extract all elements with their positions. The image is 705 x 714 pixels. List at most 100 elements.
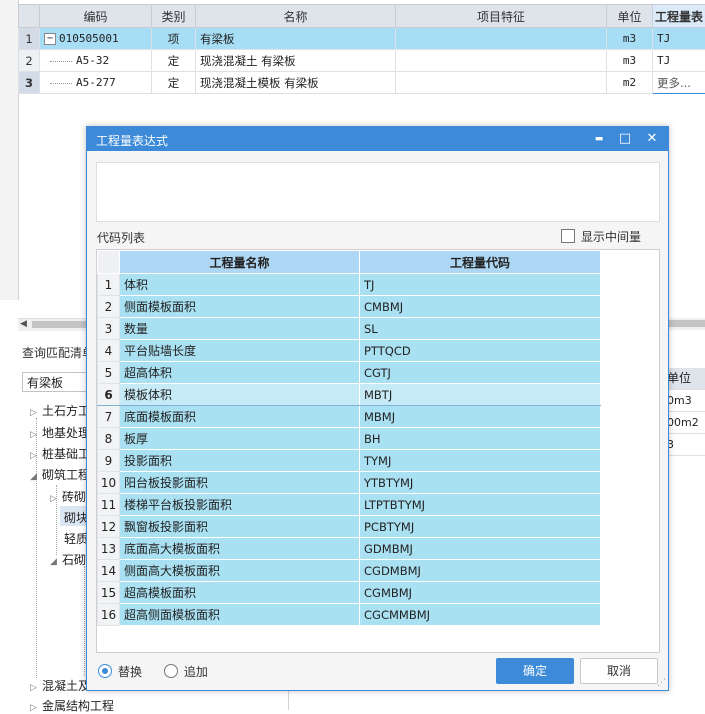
maximize-icon[interactable]: □	[616, 130, 634, 148]
expand-icon[interactable]: ▷	[30, 683, 42, 693]
cell-quantity-name[interactable]: 板厚	[120, 428, 360, 450]
tree-item[interactable]: ▷土石方工	[30, 402, 90, 419]
radio-icon[interactable]	[164, 664, 178, 678]
cell-quantity-name[interactable]: 侧面高大模板面积	[120, 560, 360, 582]
scrollbar-thumb[interactable]	[668, 320, 705, 327]
col-type[interactable]: 类别	[152, 5, 196, 28]
cell-quantity-name[interactable]: 体积	[120, 274, 360, 296]
cell-unit[interactable]: 3	[665, 434, 705, 456]
dialog-titlebar[interactable]: 工程量表达式 ▬ □ ✕	[87, 127, 668, 151]
collapse-icon[interactable]: ◢	[50, 557, 62, 567]
close-icon[interactable]: ✕	[643, 130, 661, 148]
expand-icon[interactable]: ▷	[30, 703, 42, 713]
code-list-row[interactable]: 7底面模板面积MBMJ	[98, 406, 601, 428]
cell-quantity-name[interactable]: 平台贴墙长度	[120, 340, 360, 362]
radio-replace[interactable]: 替换	[98, 665, 142, 679]
cell-quantity-name[interactable]: 超高侧面模板面积	[120, 604, 360, 626]
code-list-row[interactable]: 4平台贴墙长度PTTQCD	[98, 340, 601, 362]
code-list-row[interactable]: 10阳台板投影面积YTBTYMJ	[98, 472, 601, 494]
cell-feature[interactable]	[396, 50, 607, 72]
cell-quantity-name[interactable]: 模板体积	[120, 384, 360, 406]
cell-quantity-code[interactable]: GDMBMJ	[360, 538, 601, 560]
cell-quantity-code[interactable]: PTTQCD	[360, 340, 601, 362]
cell-quantity-name[interactable]: 阳台板投影面积	[120, 472, 360, 494]
cancel-button[interactable]: 取消	[580, 658, 658, 684]
cell-unit[interactable]: 00m2	[665, 412, 705, 434]
cell-quantity-code[interactable]: TJ	[360, 274, 601, 296]
query-panel-title[interactable]: 查询匹配清单	[22, 344, 94, 361]
cell-quantity-name[interactable]: 底面模板面积	[120, 406, 360, 428]
code-list-row[interactable]: 3数量SL	[98, 318, 601, 340]
radio-selected-icon[interactable]	[98, 664, 112, 678]
code-list-row[interactable]: 5超高体积CGTJ	[98, 362, 601, 384]
tree-item[interactable]: ▷金属结构工程	[30, 697, 114, 714]
scroll-left-icon[interactable]: ◀	[20, 319, 27, 329]
cell-quantity-code[interactable]: MBTJ	[360, 384, 601, 406]
table-row[interactable]: 3 A5-277 定 现浇混凝土模板 有梁板 m2 更多...	[19, 72, 705, 94]
ok-button[interactable]: 确定	[496, 658, 574, 684]
cell-unit[interactable]: 0m3	[665, 390, 705, 412]
cell-quantity-code[interactable]: CGCMMBMJ	[360, 604, 601, 626]
tree-item[interactable]: ▷砖砌	[50, 488, 86, 505]
table-row[interactable]: 2 A5-32 定 现浇混凝土 有梁板 m3 TJ	[19, 50, 705, 72]
table-row[interactable]: 1 −010505001 项 有梁板 m3 TJ	[19, 28, 705, 50]
cell-quantity-name[interactable]: 飘窗板投影面积	[120, 516, 360, 538]
cell-feature[interactable]	[396, 28, 607, 50]
cell-quantity-name[interactable]: 超高体积	[120, 362, 360, 384]
tree-item[interactable]: 轻质	[52, 530, 88, 547]
code-list-row[interactable]: 8板厚BH	[98, 428, 601, 450]
col-feature[interactable]: 项目特征	[396, 5, 607, 28]
minimize-icon[interactable]: ▬	[590, 130, 608, 148]
collapse-icon[interactable]: −	[44, 33, 56, 45]
cell-quantity-code[interactable]: LTPTBTYMJ	[360, 494, 601, 516]
cell-quantity-code[interactable]: PCBTYMJ	[360, 516, 601, 538]
code-list-row[interactable]: 1体积TJ	[98, 274, 601, 296]
tree-item[interactable]: ▷地基处理	[30, 424, 90, 441]
code-list-row[interactable]: 2侧面模板面积CMBMJ	[98, 296, 601, 318]
checkbox-icon[interactable]	[561, 229, 575, 243]
code-list-row[interactable]: 16超高侧面模板面积CGCMMBMJ	[98, 604, 601, 626]
cell-expr[interactable]: TJ	[653, 28, 705, 50]
show-intermediate-checkbox[interactable]: 显示中间量	[561, 228, 641, 245]
col-code[interactable]: 编码	[40, 5, 152, 28]
resize-grip-icon[interactable]: ⋰	[657, 678, 666, 688]
cell-quantity-code[interactable]: CGDMBMJ	[360, 560, 601, 582]
cell-quantity-name[interactable]: 投影面积	[120, 450, 360, 472]
cell-expr[interactable]: TJ	[653, 50, 705, 72]
code-list-row[interactable]: 14侧面高大模板面积CGDMBMJ	[98, 560, 601, 582]
code-list-row[interactable]: 9投影面积TYMJ	[98, 450, 601, 472]
col-quantity-name[interactable]: 工程量名称	[120, 251, 360, 274]
col-expr[interactable]: 工程量表	[653, 5, 705, 28]
right-scrollbar[interactable]	[668, 318, 705, 330]
col-name[interactable]: 名称	[196, 5, 396, 28]
expand-icon[interactable]: ▷	[30, 408, 42, 418]
code-list-row[interactable]: 15超高模板面积CGMBMJ	[98, 582, 601, 604]
radio-append[interactable]: 追加	[164, 665, 208, 679]
cell-quantity-code[interactable]: SL	[360, 318, 601, 340]
tree-item[interactable]: ◢砌筑工程	[30, 466, 90, 483]
tree-item[interactable]: ▷混凝土及	[30, 677, 90, 694]
col-unit[interactable]: 单位	[607, 5, 653, 28]
col-quantity-code[interactable]: 工程量代码	[360, 251, 601, 274]
tree-item[interactable]: ◢石砌	[50, 551, 86, 568]
expand-icon[interactable]: ▷	[50, 494, 62, 504]
cell-expr-more[interactable]: 更多...	[653, 72, 705, 94]
cell-quantity-name[interactable]: 侧面模板面积	[120, 296, 360, 318]
cell-quantity-code[interactable]: CMBMJ	[360, 296, 601, 318]
code-list-row[interactable]: 6模板体积MBTJ	[98, 384, 601, 406]
cell-quantity-name[interactable]: 数量	[120, 318, 360, 340]
cell-quantity-code[interactable]: TYMJ	[360, 450, 601, 472]
cell-quantity-code[interactable]: MBMJ	[360, 406, 601, 428]
tree-item[interactable]: ▷桩基础工	[30, 445, 90, 462]
code-list-row[interactable]: 13底面高大模板面积GDMBMJ	[98, 538, 601, 560]
tree-item[interactable]: 砌块	[52, 509, 88, 526]
code-list-row[interactable]: 12飘窗板投影面积PCBTYMJ	[98, 516, 601, 538]
col-unit[interactable]: 单位	[665, 368, 705, 390]
code-list-row[interactable]: 11楼梯平台板投影面积LTPTBTYMJ	[98, 494, 601, 516]
expand-icon[interactable]: ▷	[30, 451, 42, 461]
cell-feature[interactable]	[396, 72, 607, 94]
cell-quantity-code[interactable]: CGTJ	[360, 362, 601, 384]
cell-quantity-name[interactable]: 超高模板面积	[120, 582, 360, 604]
cell-quantity-name[interactable]: 楼梯平台板投影面积	[120, 494, 360, 516]
cell-quantity-code[interactable]: YTBTYMJ	[360, 472, 601, 494]
